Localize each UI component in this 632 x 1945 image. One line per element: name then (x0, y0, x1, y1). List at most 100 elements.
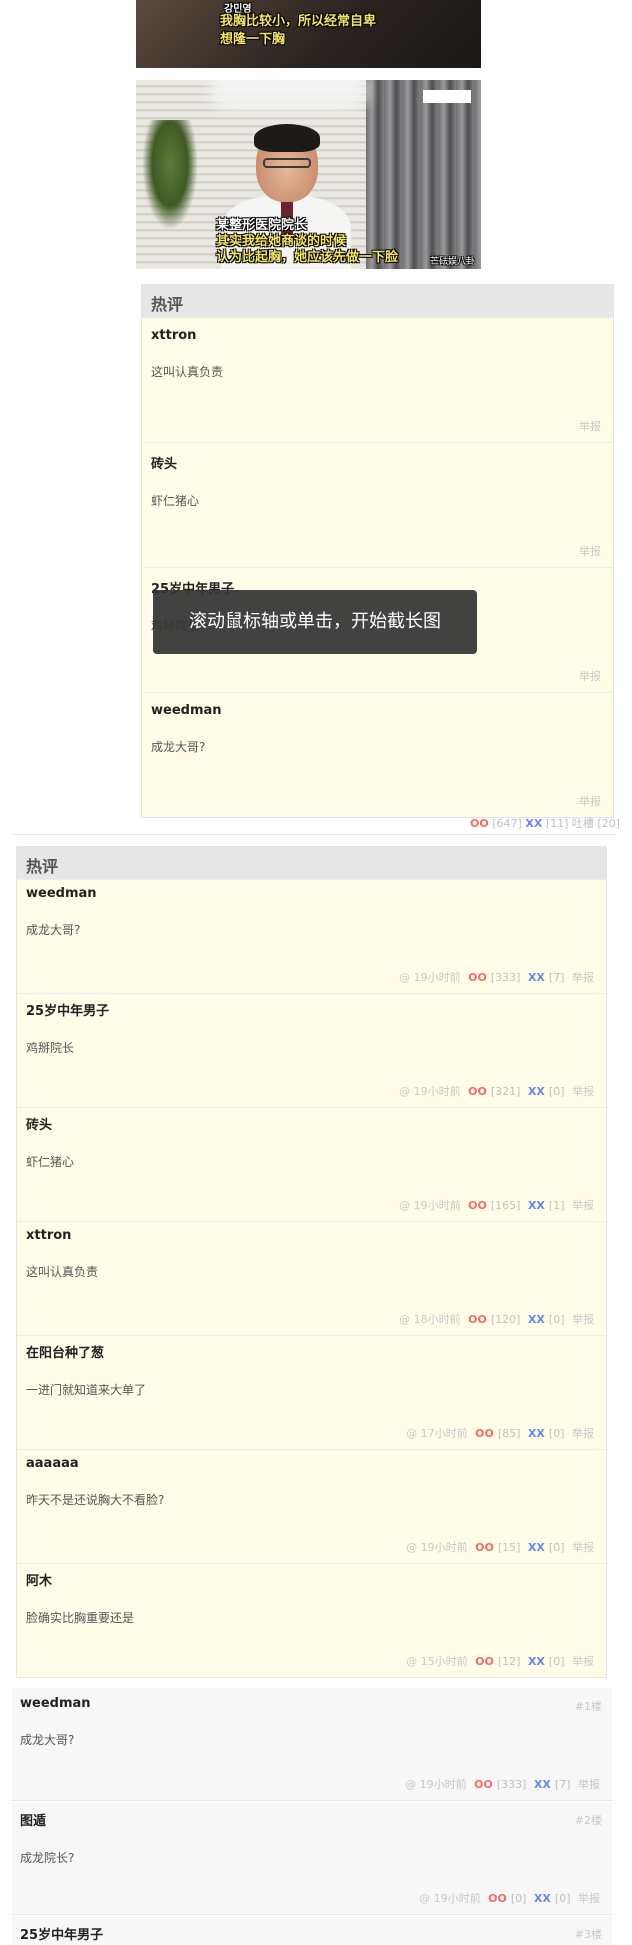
comment-text: 昨天不是还说胸大不看脸? (26, 1493, 165, 1507)
comment-time: @ 15小时前 (406, 1655, 468, 1668)
report-link[interactable]: 举报 (572, 971, 594, 984)
xx-vote-button[interactable]: XX (525, 817, 542, 830)
comment-time: @ 19小时前 (399, 971, 461, 984)
oo-count: [120] (490, 1313, 521, 1326)
oo-count: [647] (492, 817, 522, 830)
hot-comment: weedman 成龙大哥? @ 19小时前 OO [333] XX [7] 举报 (17, 879, 606, 993)
xx-count: [7] (548, 971, 565, 984)
report-link[interactable]: 举报 (572, 1655, 594, 1668)
floor-comment: 图遁 #2楼 成龙院长? @ 19小时前 OO [0] XX [0] 举报 (12, 1802, 612, 1915)
report-link[interactable]: 举报 (578, 1778, 600, 1791)
oo-vote-button[interactable]: OO (470, 817, 489, 830)
comment-meta: @ 19小时前 OO [15] XX [0] 举报 (402, 1539, 594, 1555)
xx-count: [11] (545, 817, 569, 830)
comment-text: 一进门就知道来大单了 (26, 1383, 147, 1397)
oo-vote-button[interactable]: OO (475, 1541, 494, 1554)
report-link[interactable]: 举报 (579, 793, 601, 809)
comment-meta: @ 17小时前 OO [85] XX [0] 举报 (402, 1425, 594, 1441)
xx-vote-button[interactable]: XX (528, 1313, 545, 1326)
oo-vote-button[interactable]: OO (475, 1427, 494, 1440)
blurred-area (208, 80, 368, 112)
oo-count: [12] (497, 1655, 521, 1668)
xx-count: [0] (548, 1313, 565, 1326)
xx-count: [7] (554, 1778, 571, 1791)
report-link[interactable]: 举报 (579, 418, 601, 434)
comment-text: 鸡掰院长 (26, 1041, 75, 1055)
floor-number[interactable]: #3楼 (575, 1926, 602, 1942)
comment-author[interactable]: xttron (26, 1228, 606, 1243)
comment-author[interactable]: weedman (26, 886, 606, 901)
image-caption: 认为比起胸，她应该先做一下脸 (216, 250, 399, 265)
oo-vote-button[interactable]: OO (468, 1199, 487, 1212)
comment-text: 虾仁猪心 (151, 494, 200, 508)
hot-comment: xttron 这叫认真负责 @ 18小时前 OO [120] XX [0] 举报 (17, 1221, 606, 1335)
comment-author[interactable]: weedman (20, 1696, 612, 1711)
tucao-link[interactable]: 吐槽 (572, 817, 594, 830)
oo-count: [333] (490, 971, 521, 984)
report-link[interactable]: 举报 (579, 668, 601, 684)
comment-meta: @ 18小时前 OO [120] XX [0] 举报 (395, 1311, 594, 1327)
oo-vote-button[interactable]: OO (468, 971, 487, 984)
comment-meta: @ 19小时前 OO [321] XX [0] 举报 (395, 1083, 594, 1099)
report-link[interactable]: 举报 (572, 1541, 594, 1554)
comment-author[interactable]: 砖头 (26, 1114, 606, 1133)
report-link[interactable]: 举报 (572, 1427, 594, 1440)
oo-vote-button[interactable]: OO (468, 1085, 487, 1098)
hot-comment: weedman 成龙大哥? 举报 (142, 692, 613, 817)
hot-comment: 阿木 脸确实比胸重要还是 @ 15小时前 OO [12] XX [0] 举报 (17, 1563, 606, 1677)
divider (12, 834, 616, 835)
xx-vote-button[interactable]: XX (528, 971, 545, 984)
floor-number[interactable]: #2楼 (575, 1812, 602, 1828)
comment-meta: @ 19小时前 OO [333] XX [7] 举报 (395, 969, 594, 985)
oo-vote-button[interactable]: OO (468, 1313, 487, 1326)
xx-vote-button[interactable]: XX (528, 1199, 545, 1212)
comment-author[interactable]: 在阳台种了葱 (26, 1342, 606, 1361)
xx-vote-button[interactable]: XX (528, 1655, 545, 1668)
xx-vote-button[interactable]: XX (528, 1085, 545, 1098)
report-link[interactable]: 举报 (572, 1313, 594, 1326)
oo-vote-button[interactable]: OO (488, 1892, 507, 1905)
comment-time: @ 18小时前 (399, 1313, 461, 1326)
comment-author[interactable]: 25岁中年男子 (20, 1924, 612, 1943)
oo-vote-button[interactable]: OO (475, 1655, 494, 1668)
comment-text: 成龙院长? (20, 1851, 75, 1865)
comment-author[interactable]: 阿木 (26, 1570, 606, 1589)
comment-time: @ 19小时前 (405, 1778, 467, 1791)
comment-meta: @ 15小时前 OO [12] XX [0] 举报 (402, 1653, 594, 1669)
image-caption: 想隆一下胸 (220, 32, 286, 47)
floor-comment: weedman #1楼 成龙大哥? @ 19小时前 OO [333] XX [7] … (12, 1688, 612, 1801)
screenshot-toast[interactable]: 滚动鼠标轴或单击，开始截长图 (153, 590, 477, 654)
oo-count: [321] (490, 1085, 521, 1098)
xx-count: [1] (548, 1199, 565, 1212)
floor-number[interactable]: #1楼 (575, 1698, 602, 1714)
comment-text: 脸确实比胸重要还是 (26, 1611, 135, 1625)
oo-vote-button[interactable]: OO (474, 1778, 493, 1791)
oo-count: [0] (510, 1892, 527, 1905)
post-image-top: 강민영 我胸比较小，所以经常自卑 想隆一下胸 (136, 0, 481, 68)
xx-vote-button[interactable]: XX (534, 1892, 551, 1905)
comment-meta: @ 19小时前 OO [333] XX [7] 举报 (401, 1776, 600, 1792)
tucao-count: [20] (597, 817, 620, 830)
image-caption: 其实我给她商谈的时候 (216, 234, 347, 249)
report-link[interactable]: 举报 (578, 1892, 600, 1905)
xx-vote-button[interactable]: XX (534, 1778, 551, 1791)
comment-text: 这叫认真负责 (26, 1265, 99, 1279)
image-watermark: 芒砝娱八卦 (429, 257, 475, 267)
oo-count: [15] (497, 1541, 521, 1554)
report-link[interactable]: 举报 (579, 543, 601, 559)
xx-vote-button[interactable]: XX (528, 1427, 545, 1440)
report-link[interactable]: 举报 (572, 1199, 594, 1212)
comment-meta: @ 19小时前 OO [0] XX [0] 举报 (415, 1890, 600, 1906)
hot-comments-panel: 热评 xttron 这叫认真负责 举报 砖头 虾仁猪心 举报 25岁中年男子 鸡… (141, 284, 614, 818)
comment-author[interactable]: weedman (151, 703, 613, 718)
comment-time: @ 17小时前 (406, 1427, 468, 1440)
comment-author[interactable]: xttron (151, 328, 613, 343)
xx-count: [0] (548, 1427, 565, 1440)
comment-author[interactable]: 砖头 (151, 453, 613, 472)
comment-author[interactable]: 25岁中年男子 (26, 1000, 606, 1019)
xx-vote-button[interactable]: XX (528, 1541, 545, 1554)
report-link[interactable]: 举报 (572, 1085, 594, 1098)
comment-meta: @ 19小时前 OO [165] XX [1] 举报 (395, 1197, 594, 1213)
comment-author[interactable]: 图遁 (20, 1810, 612, 1829)
comment-author[interactable]: aaaaaa (26, 1456, 606, 1471)
